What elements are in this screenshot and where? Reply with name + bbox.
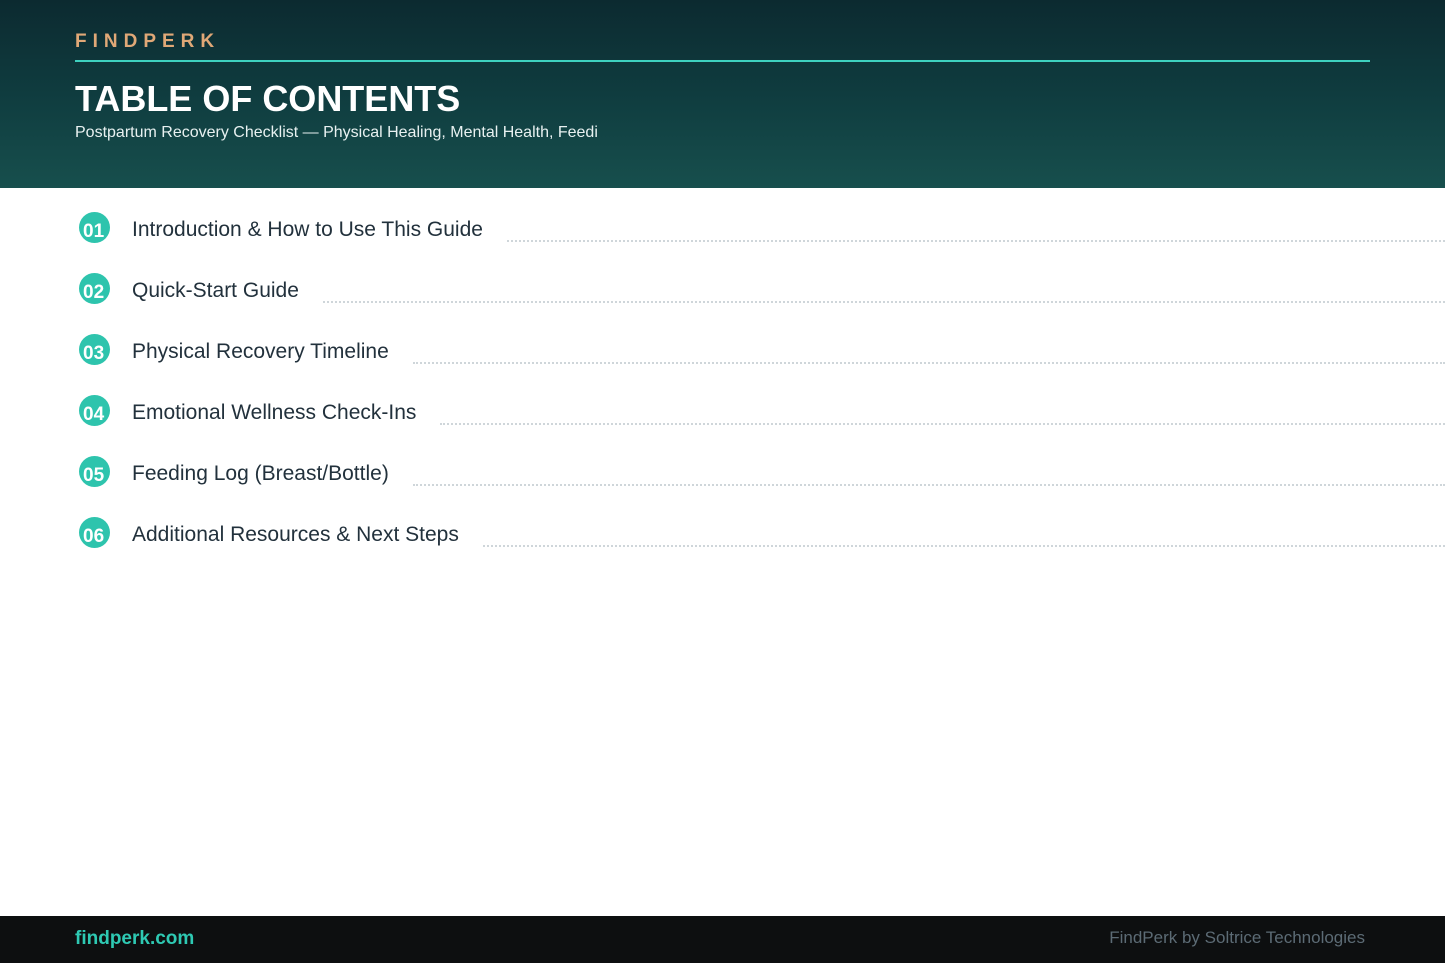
section-number-badge: 04: [79, 395, 110, 426]
toc-item-label[interactable]: Quick-Start Guide: [132, 276, 299, 306]
section-number-badge: 03: [79, 334, 110, 365]
section-number-badge: 02: [79, 273, 110, 304]
toc-item-04[interactable]: 04 Emotional Wellness Check-Ins: [0, 371, 1445, 426]
brand-logo-text: FINDPERK: [75, 31, 221, 52]
section-number-badge: 01: [79, 212, 110, 243]
section-number: 02: [83, 282, 105, 303]
toc-item-03[interactable]: 03 Physical Recovery Timeline: [0, 310, 1445, 365]
section-number: 03: [83, 343, 105, 364]
toc-item-06[interactable]: 06 Additional Resources & Next Steps: [0, 493, 1445, 548]
page-footer: findperk.com FindPerk by Soltrice Techno…: [0, 916, 1445, 963]
footer-website-link[interactable]: findperk.com: [75, 928, 194, 950]
dotted-leader: [506, 240, 1445, 242]
toc-item-05[interactable]: 05 Feeding Log (Breast/Bottle): [0, 432, 1445, 487]
toc-item-label[interactable]: Feeding Log (Breast/Bottle): [132, 459, 389, 489]
page-header: FINDPERK TABLE OF CONTENTS Postpartum Re…: [0, 0, 1445, 188]
header-divider: [75, 60, 1370, 62]
page-title: TABLE OF CONTENTS: [75, 78, 461, 119]
dotted-leader: [322, 301, 1445, 303]
toc-item-02[interactable]: 02 Quick-Start Guide: [0, 249, 1445, 304]
dotted-leader: [412, 484, 1445, 486]
toc-item-label[interactable]: Additional Resources & Next Steps: [132, 520, 459, 550]
toc-page: FINDPERK TABLE OF CONTENTS Postpartum Re…: [0, 0, 1445, 963]
toc-item-label[interactable]: Emotional Wellness Check-Ins: [132, 398, 416, 428]
toc-item-label[interactable]: Physical Recovery Timeline: [132, 337, 389, 367]
toc-entry-row: Emotional Wellness Check-Ins: [132, 398, 1445, 428]
toc-item-label[interactable]: Introduction & How to Use This Guide: [132, 215, 483, 245]
page-subtitle: Postpartum Recovery Checklist — Physical…: [75, 124, 598, 141]
toc-entry-row: Physical Recovery Timeline: [132, 337, 1445, 367]
section-number: 06: [83, 526, 105, 547]
toc-item-01[interactable]: 01 Introduction & How to Use This Guide: [0, 188, 1445, 243]
dotted-leader: [412, 362, 1445, 364]
toc-entry-row: Feeding Log (Breast/Bottle): [132, 459, 1445, 489]
toc-entry-row: Additional Resources & Next Steps: [132, 520, 1445, 550]
section-number-badge: 06: [79, 517, 110, 548]
section-number: 01: [83, 221, 105, 242]
dotted-leader: [440, 423, 1445, 425]
toc-entry-row: Introduction & How to Use This Guide: [132, 215, 1445, 245]
section-number-badge: 05: [79, 456, 110, 487]
section-number: 04: [83, 404, 105, 425]
section-number: 05: [83, 465, 105, 486]
dotted-leader: [482, 545, 1445, 547]
toc-entry-row: Quick-Start Guide: [132, 276, 1445, 306]
footer-credit: FindPerk by Soltrice Technologies: [1109, 928, 1365, 947]
